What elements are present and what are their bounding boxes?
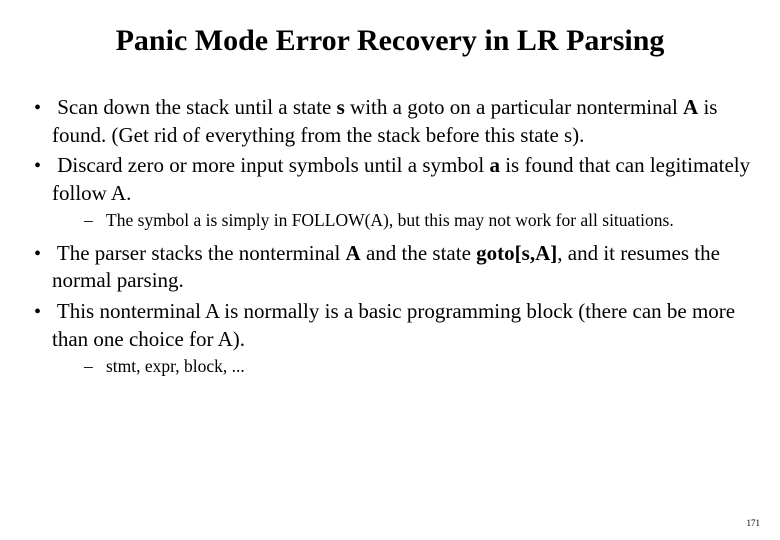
sub-bullet-list: The symbol a is simply in FOLLOW(A), but… — [52, 209, 752, 232]
text: The symbol a is simply in FOLLOW(A), but… — [106, 210, 674, 230]
sub-bullet-list: stmt, expr, block, ... — [52, 355, 752, 378]
bullet-item: Discard zero or more input symbols until… — [28, 152, 752, 231]
text: This nonterminal A is normally is a basi… — [52, 299, 735, 351]
bullet-item: Scan down the stack until a state s with… — [28, 94, 752, 148]
text: The parser stacks the nonterminal — [57, 241, 346, 265]
text: with a goto on a particular nonterminal — [345, 95, 683, 119]
bullet-list: Scan down the stack until a state s with… — [28, 94, 752, 377]
nonterminal-A: A — [346, 241, 361, 265]
goto-state: goto[s,A] — [476, 241, 557, 265]
bullet-item: The parser stacks the nonterminal A and … — [28, 240, 752, 294]
nonterminal-A: A — [683, 95, 698, 119]
bullet-item: This nonterminal A is normally is a basi… — [28, 298, 752, 377]
slide-title: Panic Mode Error Recovery in LR Parsing — [28, 24, 752, 58]
sub-bullet-item: The symbol a is simply in FOLLOW(A), but… — [52, 209, 752, 232]
slide: Panic Mode Error Recovery in LR Parsing … — [0, 0, 780, 540]
text: and the state — [361, 241, 476, 265]
text: Scan down the stack until a state — [57, 95, 336, 119]
state-s: s — [337, 95, 345, 119]
text: stmt, expr, block, ... — [106, 356, 245, 376]
sub-bullet-item: stmt, expr, block, ... — [52, 355, 752, 378]
page-number: 171 — [747, 518, 761, 528]
symbol-a: a — [489, 153, 500, 177]
text: Discard zero or more input symbols until… — [57, 153, 489, 177]
